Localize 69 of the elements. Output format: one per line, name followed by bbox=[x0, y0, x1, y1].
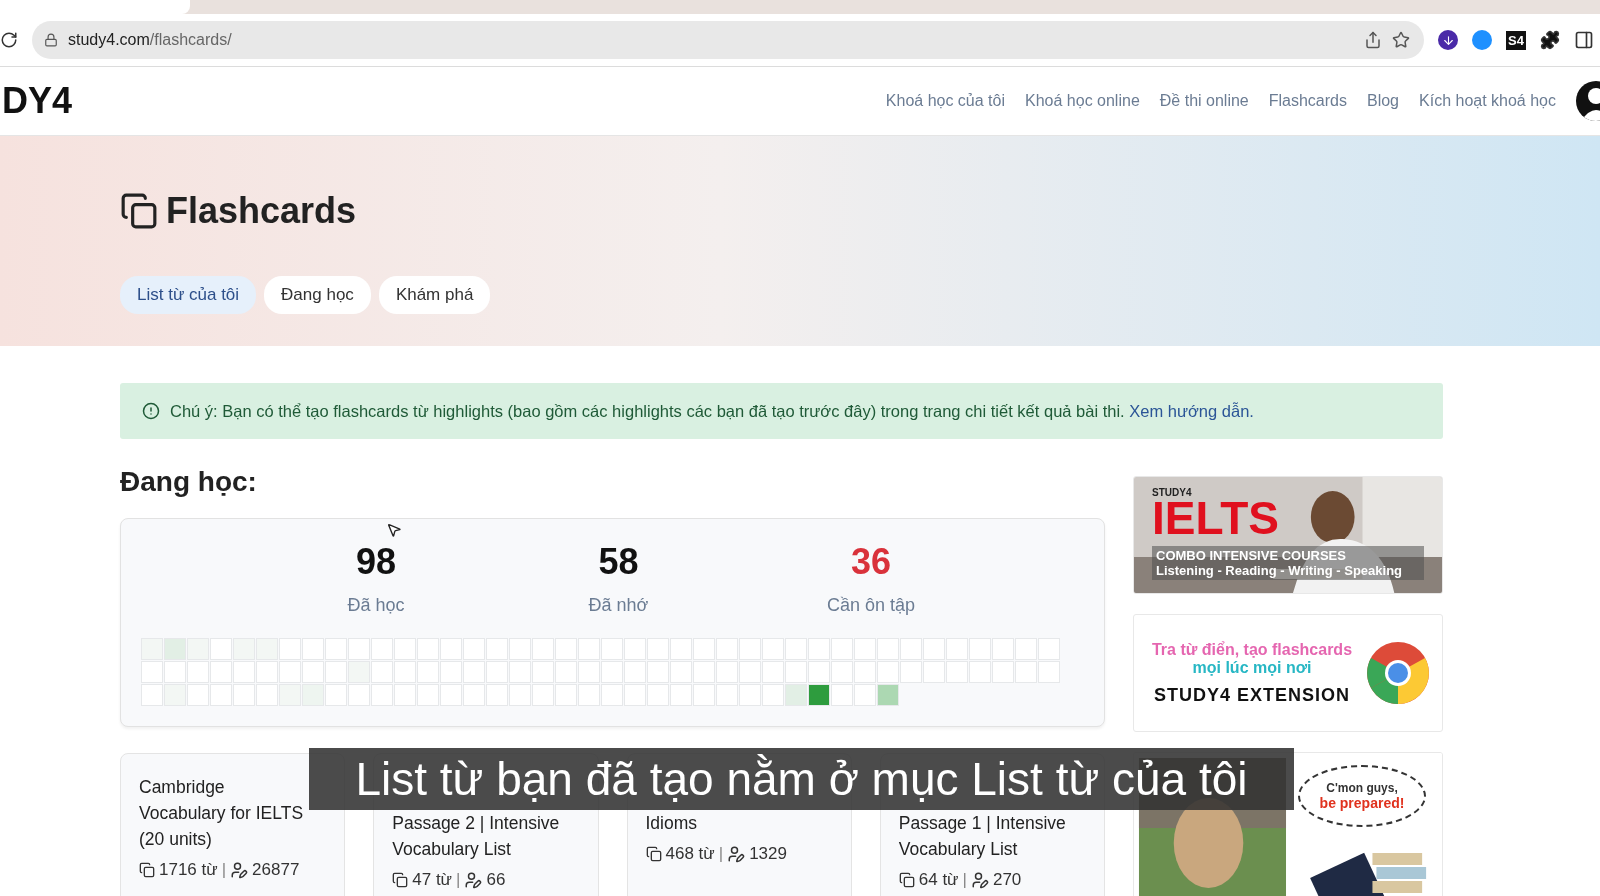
list-title: Idioms bbox=[645, 812, 699, 835]
stat-label: Cần ôn tập bbox=[826, 595, 916, 616]
list-card[interactable]: Cambridge Vocabulary for IELTS (20 units) 1716 từ | 26877 bbox=[120, 753, 346, 896]
separator: | bbox=[962, 870, 967, 890]
nav-link[interactable]: Flashcards bbox=[1268, 92, 1347, 110]
list-title: Passage 2 | Intensive Vocabulary List bbox=[392, 812, 561, 861]
section-heading: Đang học: bbox=[120, 466, 258, 498]
download-extension-icon[interactable] bbox=[1438, 30, 1459, 50]
tab[interactable]: Đang học bbox=[264, 276, 371, 314]
chrome-logo-icon bbox=[1366, 641, 1430, 705]
separator: | bbox=[718, 844, 724, 864]
stat-value: 58 bbox=[598, 541, 639, 583]
tab[interactable]: List từ của tôi bbox=[120, 276, 257, 314]
nav-link[interactable]: Khoá học online bbox=[1025, 92, 1140, 110]
tab[interactable]: Khám phá bbox=[378, 276, 491, 314]
puzzle-icon[interactable] bbox=[1540, 30, 1560, 50]
stat-value: 36 bbox=[850, 541, 891, 583]
notice-text: Chú ý: Bạn có thể tạo flashcards từ highlights (bao gồm các highlights các bạn đã tạo trước đây) trong trang chi tiết kết quả bài thi. Xem hướng dẫn. bbox=[170, 401, 1254, 421]
list-title: Passage 1 | Intensive Vocabulary List bbox=[898, 812, 1067, 861]
nav-link[interactable]: Đề thi online bbox=[1159, 92, 1249, 110]
cards-icon bbox=[898, 872, 915, 888]
alert-icon bbox=[142, 402, 160, 420]
bubble-text: be prepared! bbox=[1319, 795, 1405, 811]
learner-count: 26877 bbox=[252, 860, 300, 880]
separator: | bbox=[456, 870, 461, 890]
user-edit-icon bbox=[727, 845, 746, 863]
user-edit-icon bbox=[464, 871, 483, 889]
user-edit-icon bbox=[970, 871, 989, 889]
word-count: 1716 từ bbox=[159, 860, 218, 880]
list-title: Cambridge Vocabulary for IELTS (20 units) bbox=[139, 776, 305, 851]
ad-text: mọi lúc mọi nơi bbox=[1192, 658, 1312, 677]
user-edit-icon bbox=[230, 861, 249, 879]
lock-icon bbox=[44, 33, 58, 47]
separator: | bbox=[221, 860, 227, 880]
ad-text: COMBO INTENSIVE COURSES bbox=[1156, 548, 1347, 563]
word-count: 468 từ bbox=[665, 844, 715, 864]
stat-label: Đã học bbox=[347, 595, 405, 616]
guide-link[interactable]: Xem hướng dẫn. bbox=[1129, 401, 1254, 420]
url-text: study4.com/flashcards/ bbox=[68, 31, 233, 49]
learner-count: 1329 bbox=[749, 844, 787, 864]
bubble-text: C'mon guys, bbox=[1326, 781, 1398, 795]
stat-value: 98 bbox=[355, 541, 396, 583]
stat-label: Đã nhớ bbox=[588, 595, 649, 616]
nav-link[interactable]: Khoá học của tôi bbox=[885, 92, 1005, 110]
nav-link[interactable]: Blog bbox=[1367, 92, 1399, 110]
learner-count: 66 bbox=[486, 870, 506, 890]
reload-icon[interactable] bbox=[0, 31, 18, 49]
extension-icon[interactable] bbox=[1472, 30, 1493, 50]
learner-count: 270 bbox=[992, 870, 1022, 890]
ad-title: STUDY4 EXTENSION bbox=[1153, 684, 1350, 706]
extension-badge[interactable]: S4 bbox=[1506, 30, 1526, 50]
cards-icon bbox=[645, 846, 662, 862]
address-bar[interactable]: study4.com/flashcards/ bbox=[32, 21, 1425, 59]
site-logo[interactable]: DY4 bbox=[2, 80, 73, 122]
star-icon[interactable] bbox=[1392, 31, 1411, 49]
word-count: 47 từ bbox=[412, 870, 452, 890]
extension-ad[interactable]: Tra từ điển, tạo flashcards mọi lúc mọi nơi STUDY4 EXTENSION bbox=[1133, 614, 1443, 732]
flashcards-icon bbox=[120, 192, 158, 230]
ad-title: IELTS bbox=[1152, 498, 1280, 538]
nav-link[interactable]: Kích hoạt khoá học bbox=[1419, 92, 1556, 110]
ad-text: Tra từ điển, tạo flashcards bbox=[1151, 640, 1353, 659]
side-panel-icon[interactable] bbox=[1574, 30, 1594, 50]
share-icon[interactable] bbox=[1364, 31, 1383, 49]
ad-text: Listening - Reading - Writing - Speaking bbox=[1156, 563, 1404, 578]
page-title: Flashcards bbox=[166, 190, 357, 232]
ad-brand: STUDY4 bbox=[1152, 487, 1193, 498]
cards-icon bbox=[139, 862, 155, 878]
cards-icon bbox=[392, 872, 409, 888]
word-count: 64 từ bbox=[918, 870, 959, 890]
